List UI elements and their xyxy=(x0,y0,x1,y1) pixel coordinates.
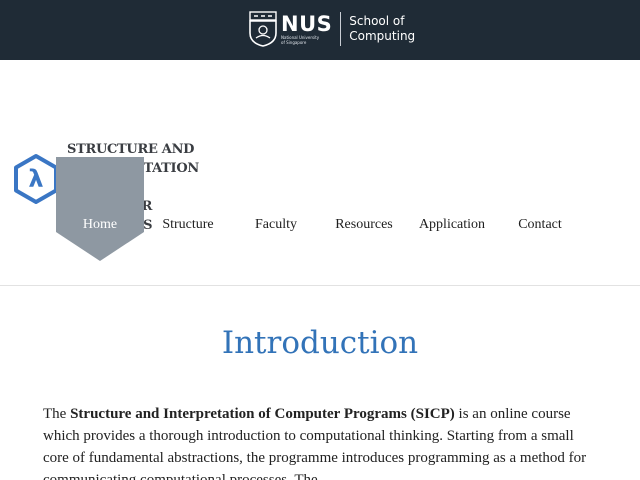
school-line-1: School of xyxy=(349,14,405,28)
page-heading: Introduction xyxy=(221,325,419,361)
nav-structure[interactable]: Structure xyxy=(144,215,232,235)
nav-contact[interactable]: Contact xyxy=(496,215,584,235)
lambda-logo-icon[interactable]: λ xyxy=(12,153,60,205)
lambda-glyph: λ xyxy=(28,165,43,193)
logo-divider xyxy=(340,12,342,46)
nav-home[interactable]: Home xyxy=(56,215,144,235)
intro-prefix: The xyxy=(43,406,71,422)
nav-faculty[interactable]: Faculty xyxy=(232,215,320,235)
nus-wordmark: NUS xyxy=(281,12,333,36)
nav-resources[interactable]: Resources xyxy=(320,215,408,235)
nus-subtitle-2: of Singapore xyxy=(281,40,307,45)
school-line-2: Computing xyxy=(349,29,416,43)
top-bar: NUS National University of Singapore Sch… xyxy=(0,0,640,60)
active-nav-indicator xyxy=(56,157,144,261)
main-nav: Home Structure Faculty Resources Applica… xyxy=(56,215,584,235)
nav-application[interactable]: Application xyxy=(408,215,496,235)
nus-logo[interactable]: NUS National University of Singapore Sch… xyxy=(249,11,415,47)
course-name: Structure and Interpretation of Computer… xyxy=(70,406,455,422)
school-name: School of Computing xyxy=(349,14,415,44)
intro-paragraph: The Structure and Interpretation of Comp… xyxy=(43,403,603,480)
nus-crest-icon xyxy=(249,11,277,47)
